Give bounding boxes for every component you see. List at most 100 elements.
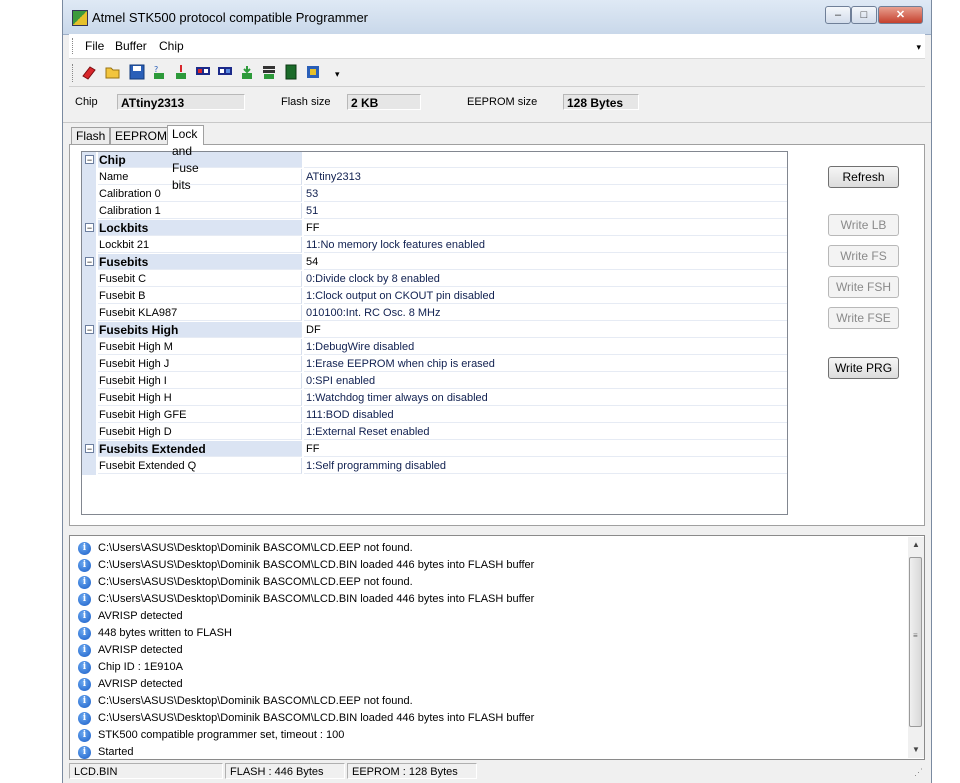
grid-category-name: Fusebits High (98, 322, 302, 338)
grid-property-row[interactable]: Lockbit 21 11:No memory lock features ena… (82, 237, 787, 254)
grid-property-value[interactable]: 53 (304, 186, 787, 202)
grid-category-row[interactable]: − Fusebits 54 (82, 254, 787, 271)
write-eeprom-icon[interactable] (239, 64, 255, 80)
grid-property-value[interactable]: ATtiny2313 (304, 169, 787, 185)
log-pane[interactable]: i C:\Users\ASUS\Desktop\Dominik BASCOM\LC… (69, 535, 925, 760)
menu-file[interactable]: File (85, 39, 104, 53)
resize-grip-icon[interactable]: ⋰ (914, 767, 923, 778)
menu-buffer[interactable]: Buffer (115, 39, 147, 53)
scroll-down-icon[interactable]: ▼ (908, 742, 924, 758)
grid-property-row[interactable]: Fusebit High J 1:Erase EEPROM when chip i… (82, 356, 787, 373)
grid-property-value[interactable]: 1:DebugWire disabled (304, 339, 787, 355)
grid-category-row[interactable]: − Fusebits Extended FF (82, 441, 787, 458)
write-prg-button[interactable]: Write PRG (828, 357, 899, 379)
minimize-button[interactable]: ‒ (825, 6, 851, 24)
write-fsh-button[interactable]: Write FSH (828, 276, 899, 298)
grid-property-value[interactable]: 1:Clock output on CKOUT pin disabled (304, 288, 787, 304)
refresh-button[interactable]: Refresh (828, 166, 899, 188)
write-lb-button[interactable]: Write LB (828, 214, 899, 236)
info-icon: i (78, 678, 91, 691)
grid-row-gutter (82, 305, 96, 322)
tab-eeprom[interactable]: EEPROM (110, 127, 173, 145)
grid-category-value[interactable]: FF (304, 441, 787, 457)
grid-property-value[interactable]: 0:Divide clock by 8 enabled (304, 271, 787, 287)
grid-property-row[interactable]: Fusebit C 0:Divide clock by 8 enabled (82, 271, 787, 288)
grid-category-value[interactable]: DF (304, 322, 787, 338)
grid-property-row[interactable]: Fusebit High H 1:Watchdog timer always on… (82, 390, 787, 407)
read-eeprom-icon[interactable] (261, 64, 277, 80)
grid-property-value[interactable]: 51 (304, 203, 787, 219)
grid-property-row[interactable]: Fusebit High M 1:DebugWire disabled (82, 339, 787, 356)
scroll-up-icon[interactable]: ▲ (908, 537, 924, 553)
grid-property-value[interactable]: 1:Watchdog timer always on disabled (304, 390, 787, 406)
program-icon[interactable] (283, 64, 299, 80)
grid-row-gutter (82, 288, 96, 305)
log-entry-text: STK500 compatible programmer set, timeou… (98, 729, 345, 741)
info-icon: i (78, 729, 91, 742)
log-entry: i C:\Users\ASUS\Desktop\Dominik BASCOM\LC… (78, 557, 898, 574)
chip-icon[interactable] (305, 64, 321, 80)
grid-property-value[interactable]: 11:No memory lock features enabled (304, 237, 787, 253)
collapse-toggle-icon[interactable]: − (85, 257, 94, 267)
close-button[interactable]: ✕ (878, 6, 923, 24)
log-entry: i Started (78, 744, 898, 761)
collapse-toggle-icon[interactable]: − (85, 444, 94, 454)
collapse-toggle-icon[interactable]: − (85, 325, 94, 335)
grid-category-value[interactable]: FF (304, 220, 787, 236)
grid-property-value[interactable]: 1:External Reset enabled (304, 424, 787, 440)
write-icon[interactable] (173, 64, 189, 80)
tab-lock-and-fuse-bits[interactable]: Lock and Fuse bits (167, 125, 204, 192)
grid-property-value[interactable]: 0:SPI enabled (304, 373, 787, 389)
save-icon[interactable] (129, 64, 145, 80)
verify-icon[interactable]: ? (151, 64, 167, 80)
status-bar: LCD.BIN FLASH : 446 Bytes EEPROM : 128 B… (69, 761, 925, 781)
grid-row-gutter: − (82, 441, 96, 458)
log-scrollbar[interactable]: ▲ ≡ ▼ (908, 537, 924, 758)
grid-property-value[interactable]: 111:BOD disabled (304, 407, 787, 423)
grid-property-row[interactable]: Calibration 1 51 (82, 203, 787, 220)
read-flash-icon[interactable] (217, 64, 233, 80)
grid-category-value[interactable] (304, 152, 787, 168)
collapse-toggle-icon[interactable]: − (85, 155, 94, 165)
grid-property-row[interactable]: Fusebit High I 0:SPI enabled (82, 373, 787, 390)
grid-property-row[interactable]: Fusebit High D 1:External Reset enabled (82, 424, 787, 441)
log-entry-text: AVRISP detected (98, 678, 183, 690)
tab-flash[interactable]: Flash (71, 127, 111, 145)
grid-property-value[interactable]: 1:Erase EEPROM when chip is erased (304, 356, 787, 372)
maximize-button[interactable]: □ (851, 6, 877, 24)
grid-property-row[interactable]: Fusebit KLA987 010100:Int. RC Osc. 8 MHz (82, 305, 787, 322)
erase-icon[interactable] (81, 64, 97, 80)
write-fs-button[interactable]: Write FS (828, 245, 899, 267)
grid-category-row[interactable]: − Fusebits High DF (82, 322, 787, 339)
grid-category-name: Fusebits Extended (98, 441, 302, 457)
menu-overflow-icon[interactable]: ▾ (916, 42, 921, 53)
grid-row-gutter (82, 356, 96, 373)
menu-grip (72, 38, 75, 54)
log-entry-text: C:\Users\ASUS\Desktop\Dominik BASCOM\LCD… (98, 559, 535, 571)
open-icon[interactable] (105, 64, 121, 80)
grid-row-gutter (82, 390, 96, 407)
info-icon: i (78, 593, 91, 606)
info-icon: i (78, 610, 91, 623)
info-icon: i (78, 712, 91, 725)
grid-property-row[interactable]: Fusebit High GFE 111:BOD disabled (82, 407, 787, 424)
grid-property-value[interactable]: 010100:Int. RC Osc. 8 MHz (304, 305, 787, 321)
grid-property-row[interactable]: Fusebit B 1:Clock output on CKOUT pin dis… (82, 288, 787, 305)
info-icon: i (78, 644, 91, 657)
toolbar-overflow-icon[interactable]: ▾ (335, 69, 340, 80)
grid-row-gutter (82, 271, 96, 288)
grid-category-value[interactable]: 54 (304, 254, 787, 270)
menu-chip[interactable]: Chip (159, 39, 184, 53)
grid-property-name: Fusebit High H (98, 390, 302, 406)
grid-category-row[interactable]: − Lockbits FF (82, 220, 787, 237)
scroll-thumb[interactable]: ≡ (909, 557, 922, 727)
grid-property-value[interactable]: 1:Self programming disabled (304, 458, 787, 474)
log-entry-text: AVRISP detected (98, 644, 183, 656)
grid-property-row[interactable]: Fusebit Extended Q 1:Self programming dis… (82, 458, 787, 475)
write-flash-icon[interactable] (195, 64, 211, 80)
title-bar[interactable]: Atmel STK500 protocol compatible Program… (63, 0, 931, 35)
log-entry: i C:\Users\ASUS\Desktop\Dominik BASCOM\LC… (78, 693, 898, 710)
grid-property-name: Name (98, 169, 302, 185)
collapse-toggle-icon[interactable]: − (85, 223, 94, 233)
write-fse-button[interactable]: Write FSE (828, 307, 899, 329)
